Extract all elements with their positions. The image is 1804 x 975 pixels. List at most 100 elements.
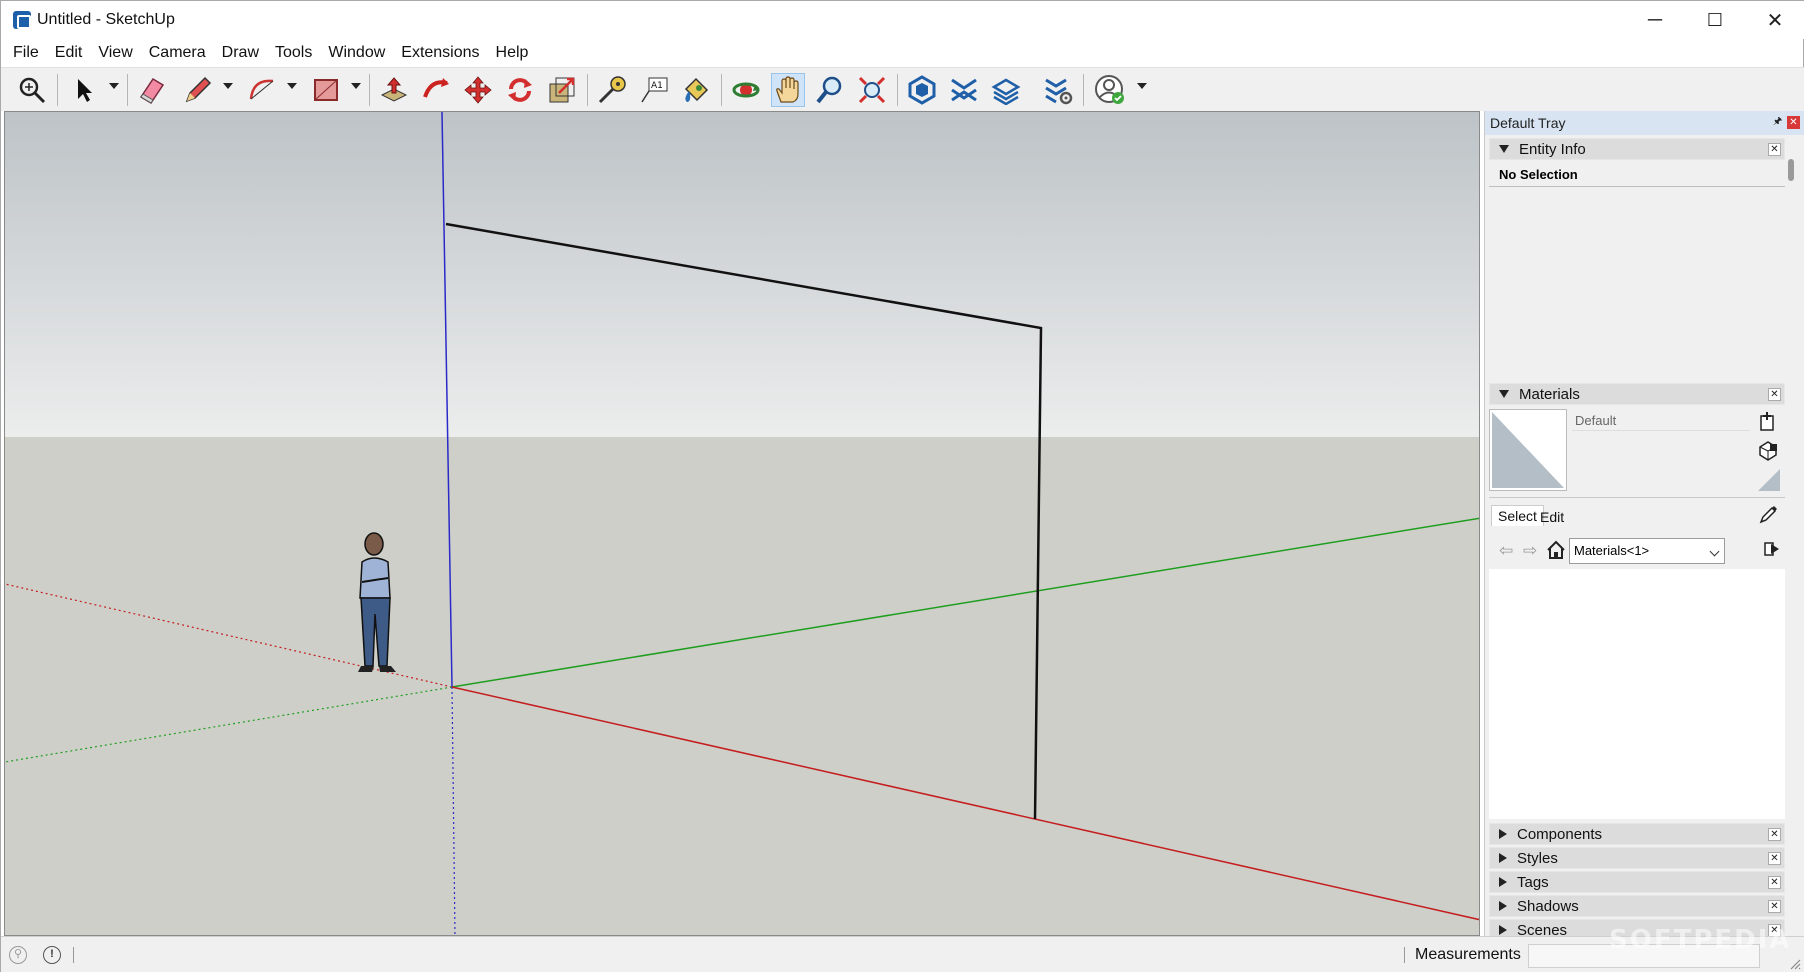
warehouse-icon[interactable]	[905, 73, 939, 107]
toolbar-separator	[57, 74, 58, 106]
eraser-icon[interactable]	[135, 73, 169, 107]
entity-info-label: Entity Info	[1519, 140, 1586, 158]
green-axis-negative	[5, 686, 453, 763]
home-icon[interactable]	[1546, 540, 1566, 560]
resize-grip-icon[interactable]	[1789, 957, 1801, 970]
components-close-icon[interactable]: ✕	[1768, 828, 1781, 841]
status-separator	[73, 947, 74, 963]
rectangle-icon[interactable]	[309, 73, 343, 107]
toolbar-separator	[1083, 74, 1084, 106]
shapes-dropdown-icon[interactable]	[351, 83, 361, 89]
status-bar: ⚲ ! Measurements	[1, 936, 1804, 972]
materials-close-icon[interactable]: ✕	[1768, 388, 1781, 401]
details-arrow-icon[interactable]	[1763, 540, 1781, 558]
sketchup-app-icon	[13, 11, 31, 29]
materials-list[interactable]	[1489, 569, 1785, 819]
tray-header: Default Tray 🖈 ✕	[1485, 111, 1804, 135]
pencil-line-icon[interactable]	[181, 73, 215, 107]
expand-arrow-icon	[1499, 853, 1507, 863]
forward-arrow-icon[interactable]: ⇨	[1523, 541, 1537, 561]
tab-edit[interactable]: Edit	[1534, 507, 1570, 527]
toolbar-separator	[587, 74, 588, 106]
softpedia-watermark: SOFTPEDIA	[1609, 925, 1792, 955]
menu-edit[interactable]: Edit	[47, 41, 91, 65]
menu-help[interactable]: Help	[488, 41, 537, 65]
material-name-field[interactable]: Default	[1572, 413, 1750, 431]
extension-manager-icon[interactable]	[1041, 73, 1075, 107]
sketchup-window: Untitled - SketchUp ─ ☐ ✕ File Edit View…	[0, 0, 1804, 972]
create-material-icon[interactable]	[1759, 411, 1775, 431]
pin-icon[interactable]: 🖈	[1773, 117, 1783, 127]
expand-arrow-icon	[1499, 877, 1507, 887]
blue-axis-negative	[451, 686, 456, 935]
large-toolset-toolbar: A1	[1, 67, 1804, 111]
menu-file[interactable]: File	[5, 41, 47, 65]
zoom-icon[interactable]	[813, 73, 847, 107]
menu-extensions[interactable]: Extensions	[393, 41, 487, 65]
arc-icon[interactable]	[245, 73, 279, 107]
maximize-button[interactable]: ☐	[1685, 1, 1745, 39]
minimize-button[interactable]: ─	[1625, 1, 1685, 39]
select-arrow-icon[interactable]	[67, 73, 101, 107]
green-axis	[451, 517, 1479, 688]
orbit-icon[interactable]	[729, 73, 763, 107]
extension-warehouse-icon[interactable]	[947, 73, 981, 107]
move-icon[interactable]	[461, 73, 495, 107]
menu-window[interactable]: Window	[320, 41, 393, 65]
tags-label: Tags	[1517, 873, 1549, 891]
sample-paint-icon[interactable]	[1759, 504, 1779, 524]
entity-info-body: No Selection	[1489, 163, 1785, 187]
display-secondary-selection-icon[interactable]	[1757, 439, 1779, 461]
layout-send-icon[interactable]	[989, 73, 1023, 107]
materials-collection-select[interactable]: Materials<1>	[1569, 538, 1725, 564]
expand-arrow-icon	[1499, 925, 1507, 935]
menu-bar: File Edit View Camera Draw Tools Window …	[1, 39, 536, 67]
chevron-down-icon	[1709, 546, 1720, 557]
scale-icon[interactable]	[545, 73, 579, 107]
drawing-viewport[interactable]	[4, 111, 1480, 936]
default-material-icon[interactable]	[1757, 468, 1781, 492]
expand-arrow-icon	[1499, 901, 1507, 911]
materials-header[interactable]: Materials ✕	[1489, 383, 1785, 405]
window-title: Untitled - SketchUp	[37, 11, 175, 28]
menu-draw[interactable]: Draw	[214, 41, 267, 65]
shadows-header[interactable]: Shadows ✕	[1489, 895, 1785, 917]
components-header[interactable]: Components ✕	[1489, 823, 1785, 845]
shadows-close-icon[interactable]: ✕	[1768, 900, 1781, 913]
account-profile-icon[interactable]	[1093, 73, 1127, 107]
material-preview-swatch	[1489, 409, 1567, 491]
info-icon[interactable]: !	[43, 946, 61, 964]
menu-view[interactable]: View	[90, 41, 140, 65]
toolbar-separator	[369, 74, 370, 106]
rotate-icon[interactable]	[503, 73, 537, 107]
text-label-icon[interactable]: A1	[637, 73, 671, 107]
blue-axis	[441, 112, 453, 688]
follow-me-icon[interactable]	[419, 73, 453, 107]
pan-hand-icon[interactable]	[771, 73, 805, 107]
tray-scrollbar[interactable]	[1788, 159, 1794, 181]
tray-close-icon[interactable]: ✕	[1787, 116, 1800, 129]
model-edges	[445, 222, 1043, 820]
menu-tools[interactable]: Tools	[267, 41, 320, 65]
push-pull-icon[interactable]	[377, 73, 411, 107]
tags-header[interactable]: Tags ✕	[1489, 871, 1785, 893]
shadows-label: Shadows	[1517, 897, 1579, 915]
entity-info-close-icon[interactable]: ✕	[1768, 143, 1781, 156]
entity-info-header[interactable]: Entity Info ✕	[1489, 138, 1785, 160]
line-dropdown-icon[interactable]	[223, 83, 233, 89]
account-dropdown-icon[interactable]	[1137, 83, 1147, 89]
scale-figure-person	[358, 532, 396, 672]
back-arrow-icon[interactable]: ⇦	[1499, 541, 1513, 561]
geo-location-icon[interactable]: ⚲	[9, 946, 27, 964]
styles-header[interactable]: Styles ✕	[1489, 847, 1785, 869]
styles-close-icon[interactable]: ✕	[1768, 852, 1781, 865]
zoom-extents-icon[interactable]	[855, 73, 889, 107]
paint-bucket-icon[interactable]	[679, 73, 713, 107]
close-button[interactable]: ✕	[1745, 1, 1804, 39]
menu-camera[interactable]: Camera	[141, 41, 214, 65]
tags-close-icon[interactable]: ✕	[1768, 876, 1781, 889]
arc-dropdown-icon[interactable]	[287, 83, 297, 89]
search-icon[interactable]	[15, 73, 49, 107]
tape-measure-icon[interactable]	[595, 73, 629, 107]
select-dropdown-icon[interactable]	[109, 83, 119, 89]
